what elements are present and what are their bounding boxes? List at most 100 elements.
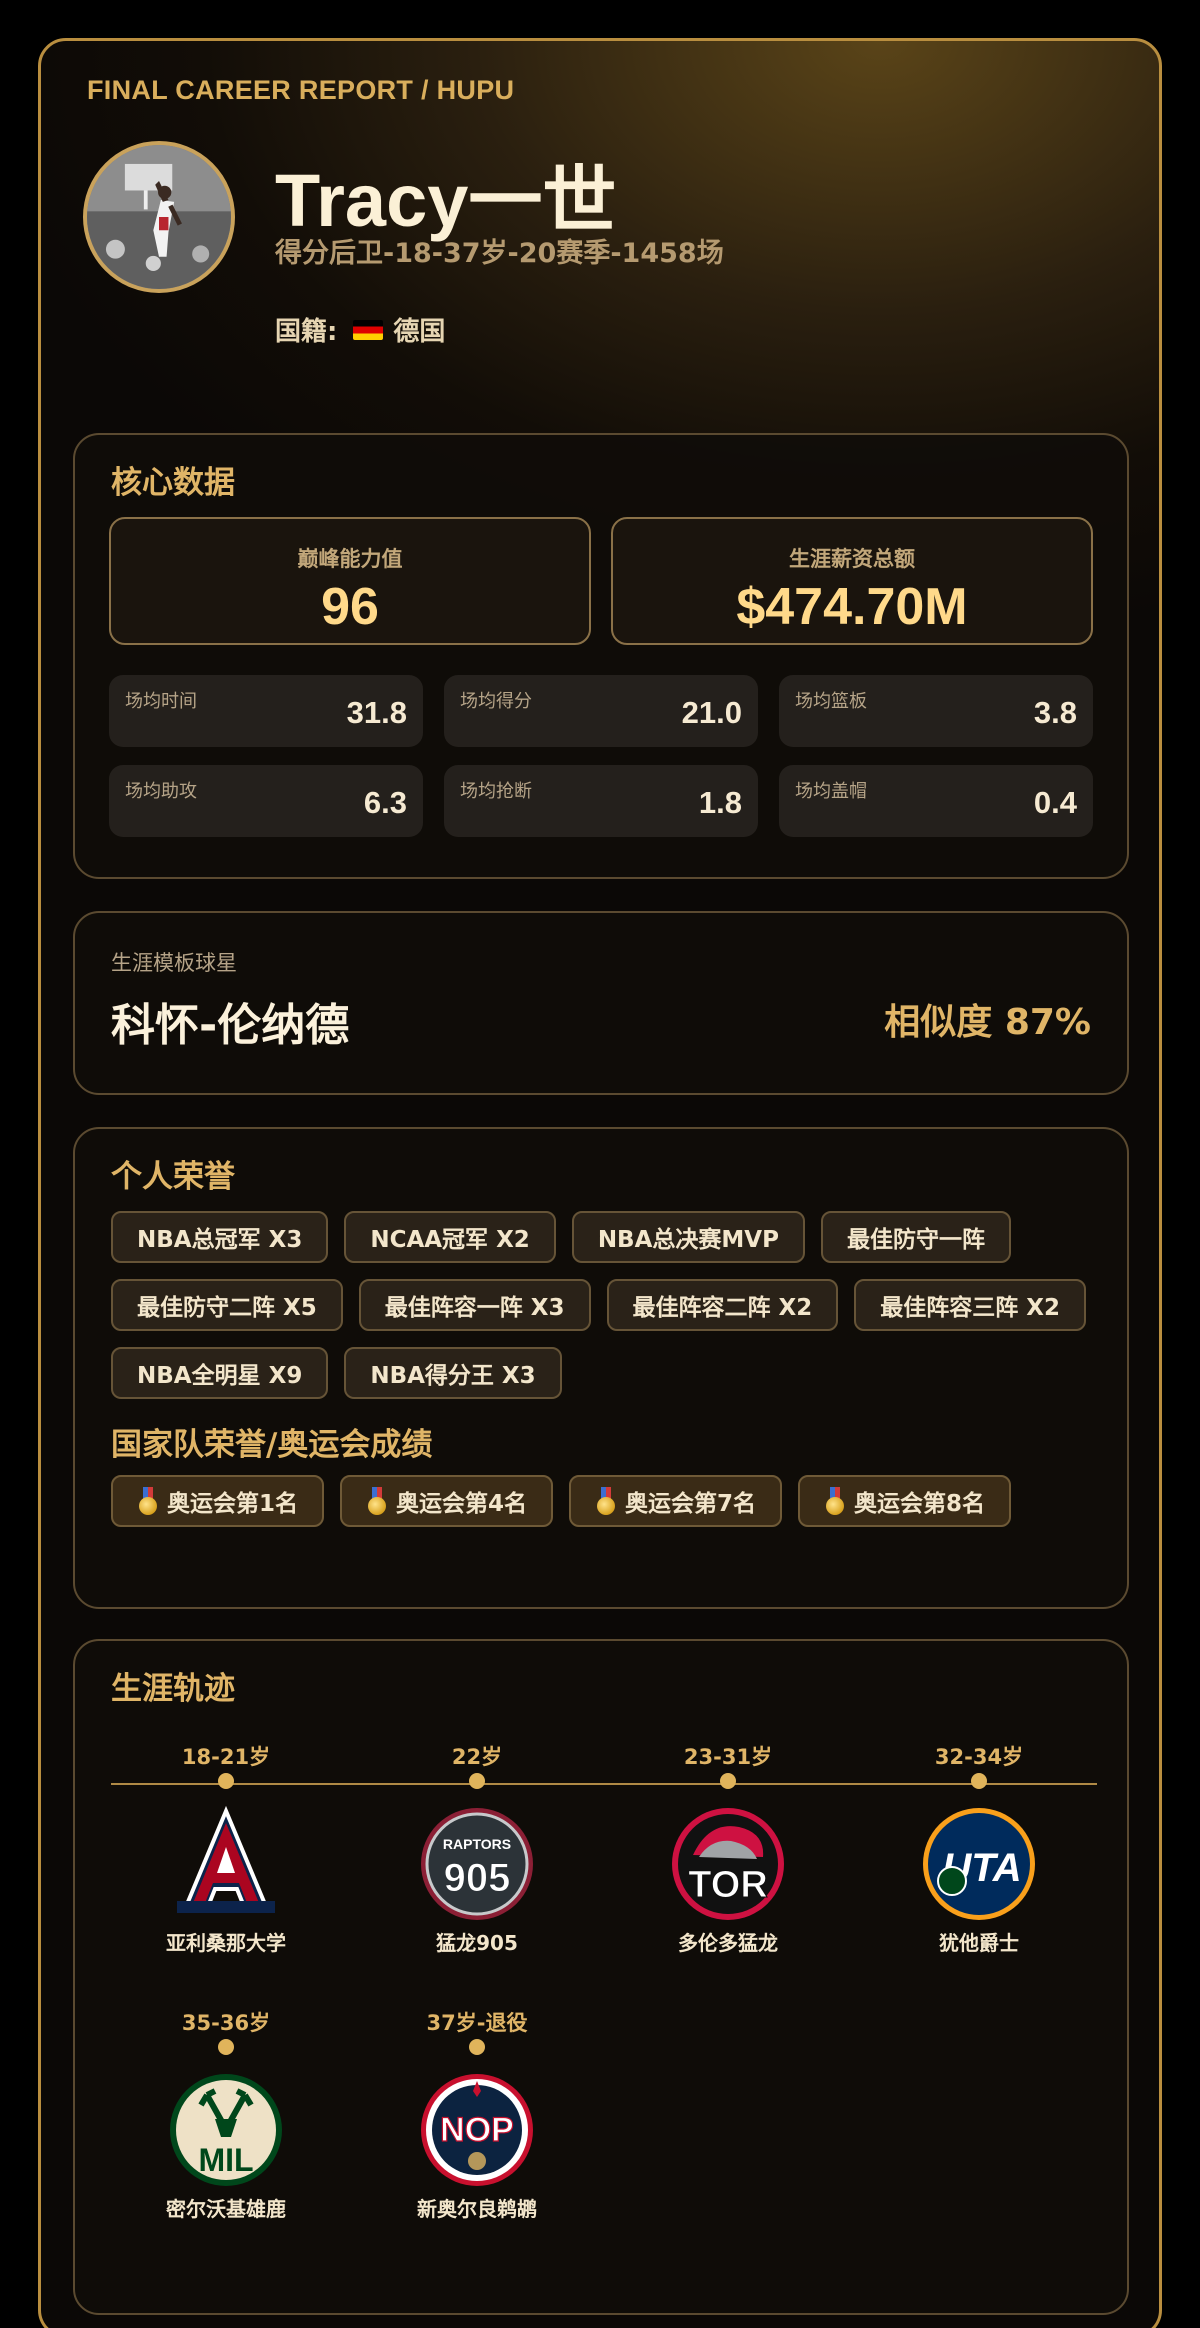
nop-text: NOP (440, 2111, 514, 2149)
career-stop-new-orleans: 37岁-退役 NOP 新奥尔良鹈鹕 (377, 2007, 577, 2222)
timeline-dot (469, 2039, 485, 2055)
honor-chip: 最佳防守二阵 X5 (111, 1279, 343, 1331)
stat-label: 场均盖帽 (795, 781, 867, 802)
stat-value: 3.8 (1033, 695, 1077, 730)
timeline-dot (218, 1773, 234, 1789)
honor-chip: NBA全明星 X9 (111, 1347, 329, 1399)
honors-title: 个人荣誉 (111, 1159, 235, 1195)
germany-flag-icon (353, 319, 384, 340)
honor-chip: 最佳阵容二阵 X2 (606, 1279, 839, 1331)
timeline-dot (720, 1773, 736, 1789)
stat-label: 场均得分 (460, 691, 532, 712)
honors-list: NBA总冠军 X3 NCAA冠军 X2 NBA总决赛MVP 最佳防守一阵 最佳防… (111, 1211, 1101, 1399)
career-stop-age: 23-31岁 (683, 1745, 773, 1769)
player-avatar (83, 141, 235, 293)
stat-steals: 场均抢断 1.8 (444, 765, 758, 837)
nationality-value: 德国 (393, 317, 446, 347)
olympic-result-label: 奥运会第8名 (854, 1491, 986, 1517)
career-trajectory-panel: 生涯轨迹 18-21岁 亚利桑那大学 22岁 RAPTORS 905 猛龙905… (73, 1639, 1129, 2315)
olympic-result-label: 奥运会第1名 (167, 1491, 299, 1517)
honor-chip: 最佳防守一阵 (820, 1211, 1011, 1263)
career-stop-age: 18-21岁 (181, 1745, 271, 1769)
stat-label: 场均时间 (125, 691, 197, 712)
honor-chip: NBA总决赛MVP (571, 1211, 805, 1263)
stat-blocks: 场均盖帽 0.4 (779, 765, 1093, 837)
stat-assists: 场均助攻 6.3 (109, 765, 423, 837)
template-player-label: 生涯模板球星 (111, 951, 237, 975)
stat-rebounds: 场均篮板 3.8 (779, 675, 1093, 747)
core-data-panel: 核心数据 巅峰能力值 96 生涯薪资总额 $474.70M 场均时间 31.8 … (73, 433, 1129, 879)
career-report-card: FINAL CAREER REPORT / HUPU Tracy一世 得分后卫-… (38, 38, 1162, 2328)
peak-rating-box: 巅峰能力值 96 (109, 517, 591, 645)
new-orleans-pelicans-logo-icon: NOP (418, 2071, 536, 2189)
template-player-name: 科怀-伦纳德 (111, 1000, 350, 1051)
similarity-value: 相似度 87% (884, 1002, 1091, 1043)
utah-jazz-logo-icon: UTA (920, 1805, 1038, 1923)
career-stop-age: 22岁 (451, 1745, 503, 1769)
career-stop-team: 犹他爵士 (939, 1931, 1019, 1955)
career-stop-age: 37岁-退役 (426, 2011, 528, 2035)
template-player-panel: 生涯模板球星 科怀-伦纳德 相似度 87% (73, 911, 1129, 1095)
honor-chip: NBA总冠军 X3 (111, 1211, 329, 1263)
honor-chip: 最佳阵容一阵 X3 (358, 1279, 591, 1331)
player-photo-image (87, 145, 231, 289)
career-salary-value: $474.70M (736, 578, 968, 636)
olympic-result-label: 奥运会第4名 (396, 1491, 528, 1517)
milwaukee-bucks-logo-icon: MIL (167, 2071, 285, 2189)
olympic-result-chip: 奥运会第8名 (798, 1475, 1012, 1527)
national-team-title: 国家队荣誉/奥运会成绩 (111, 1427, 433, 1463)
honors-panel: 个人荣誉 NBA总冠军 X3 NCAA冠军 X2 NBA总决赛MVP 最佳防守一… (73, 1127, 1129, 1609)
career-stop-team: 新奥尔良鹈鹕 (417, 2197, 537, 2221)
career-stop-milwaukee: 35-36岁 MIL 密尔沃基雄鹿 (126, 2007, 326, 2222)
stat-points: 场均得分 21.0 (444, 675, 758, 747)
medal-icon (826, 1487, 845, 1515)
medal-icon (139, 1487, 157, 1515)
career-stop-utah: 32-34岁 UTA 犹他爵士 (879, 1741, 1079, 1956)
stat-label: 场均篮板 (795, 691, 867, 712)
nationality-label: 国籍: (275, 317, 338, 347)
stat-value: 31.8 (346, 695, 407, 730)
raptors-905-logo-icon: RAPTORS 905 (418, 1805, 536, 1923)
stat-value: 6.3 (363, 785, 407, 820)
career-stop-team: 多伦多猛龙 (678, 1931, 778, 1955)
career-stop-team: 密尔沃基雄鹿 (166, 2197, 286, 2221)
career-salary-label: 生涯薪资总额 (789, 547, 915, 571)
career-stop-team: 猛龙905 (436, 1931, 518, 1955)
honor-chip: 最佳阵容三阵 X2 (854, 1279, 1086, 1331)
medal-icon (597, 1487, 616, 1515)
stat-label: 场均抢断 (460, 781, 532, 802)
olympics-list: 奥运会第1名 奥运会第4名 奥运会第7名 奥运会第8名 (111, 1475, 1101, 1527)
olympic-result-label: 奥运会第7名 (625, 1491, 757, 1517)
career-stop-raptors905: 22岁 RAPTORS 905 猛龙905 (377, 1741, 577, 1956)
nationality-row: 国籍: 德国 (275, 311, 445, 348)
timeline-dot (469, 1773, 485, 1789)
player-subtitle: 得分后卫-18-37岁-20赛季-1458场 (275, 238, 724, 269)
raptors905-top-text: RAPTORS (443, 1836, 511, 1852)
timeline-dot (218, 2039, 234, 2055)
report-tag: FINAL CAREER REPORT / HUPU (87, 75, 515, 105)
stat-value: 1.8 (698, 785, 742, 820)
honor-chip: NCAA冠军 X2 (344, 1211, 556, 1263)
olympic-result-chip: 奥运会第4名 (340, 1475, 554, 1527)
timeline-dot (971, 1773, 987, 1789)
honor-chip: NBA得分王 X3 (344, 1347, 562, 1399)
career-stop-team: 亚利桑那大学 (166, 1931, 286, 1955)
career-stop-age: 32-34岁 (934, 1745, 1024, 1769)
medal-icon (368, 1487, 387, 1515)
career-stop-toronto: 23-31岁 TOR 多伦多猛龙 (628, 1741, 828, 1956)
stat-value: 21.0 (681, 695, 742, 730)
raptors905-number-text: 905 (444, 1856, 511, 1900)
olympic-result-chip: 奥运会第7名 (569, 1475, 783, 1527)
mil-text: MIL (198, 2142, 253, 2178)
tor-text: TOR (688, 1864, 768, 1906)
stat-label: 场均助攻 (125, 781, 197, 802)
stat-value: 0.4 (1033, 785, 1077, 820)
career-stop-age: 35-36岁 (181, 2011, 271, 2035)
olympic-result-chip: 奥运会第1名 (111, 1475, 325, 1527)
toronto-raptors-logo-icon: TOR (669, 1805, 787, 1923)
stat-minutes: 场均时间 31.8 (109, 675, 423, 747)
arizona-wildcats-logo-icon (167, 1805, 285, 1923)
career-stop-arizona: 18-21岁 亚利桑那大学 (126, 1741, 326, 1956)
peak-rating-label: 巅峰能力值 (297, 547, 403, 571)
career-trajectory-title: 生涯轨迹 (111, 1671, 235, 1707)
